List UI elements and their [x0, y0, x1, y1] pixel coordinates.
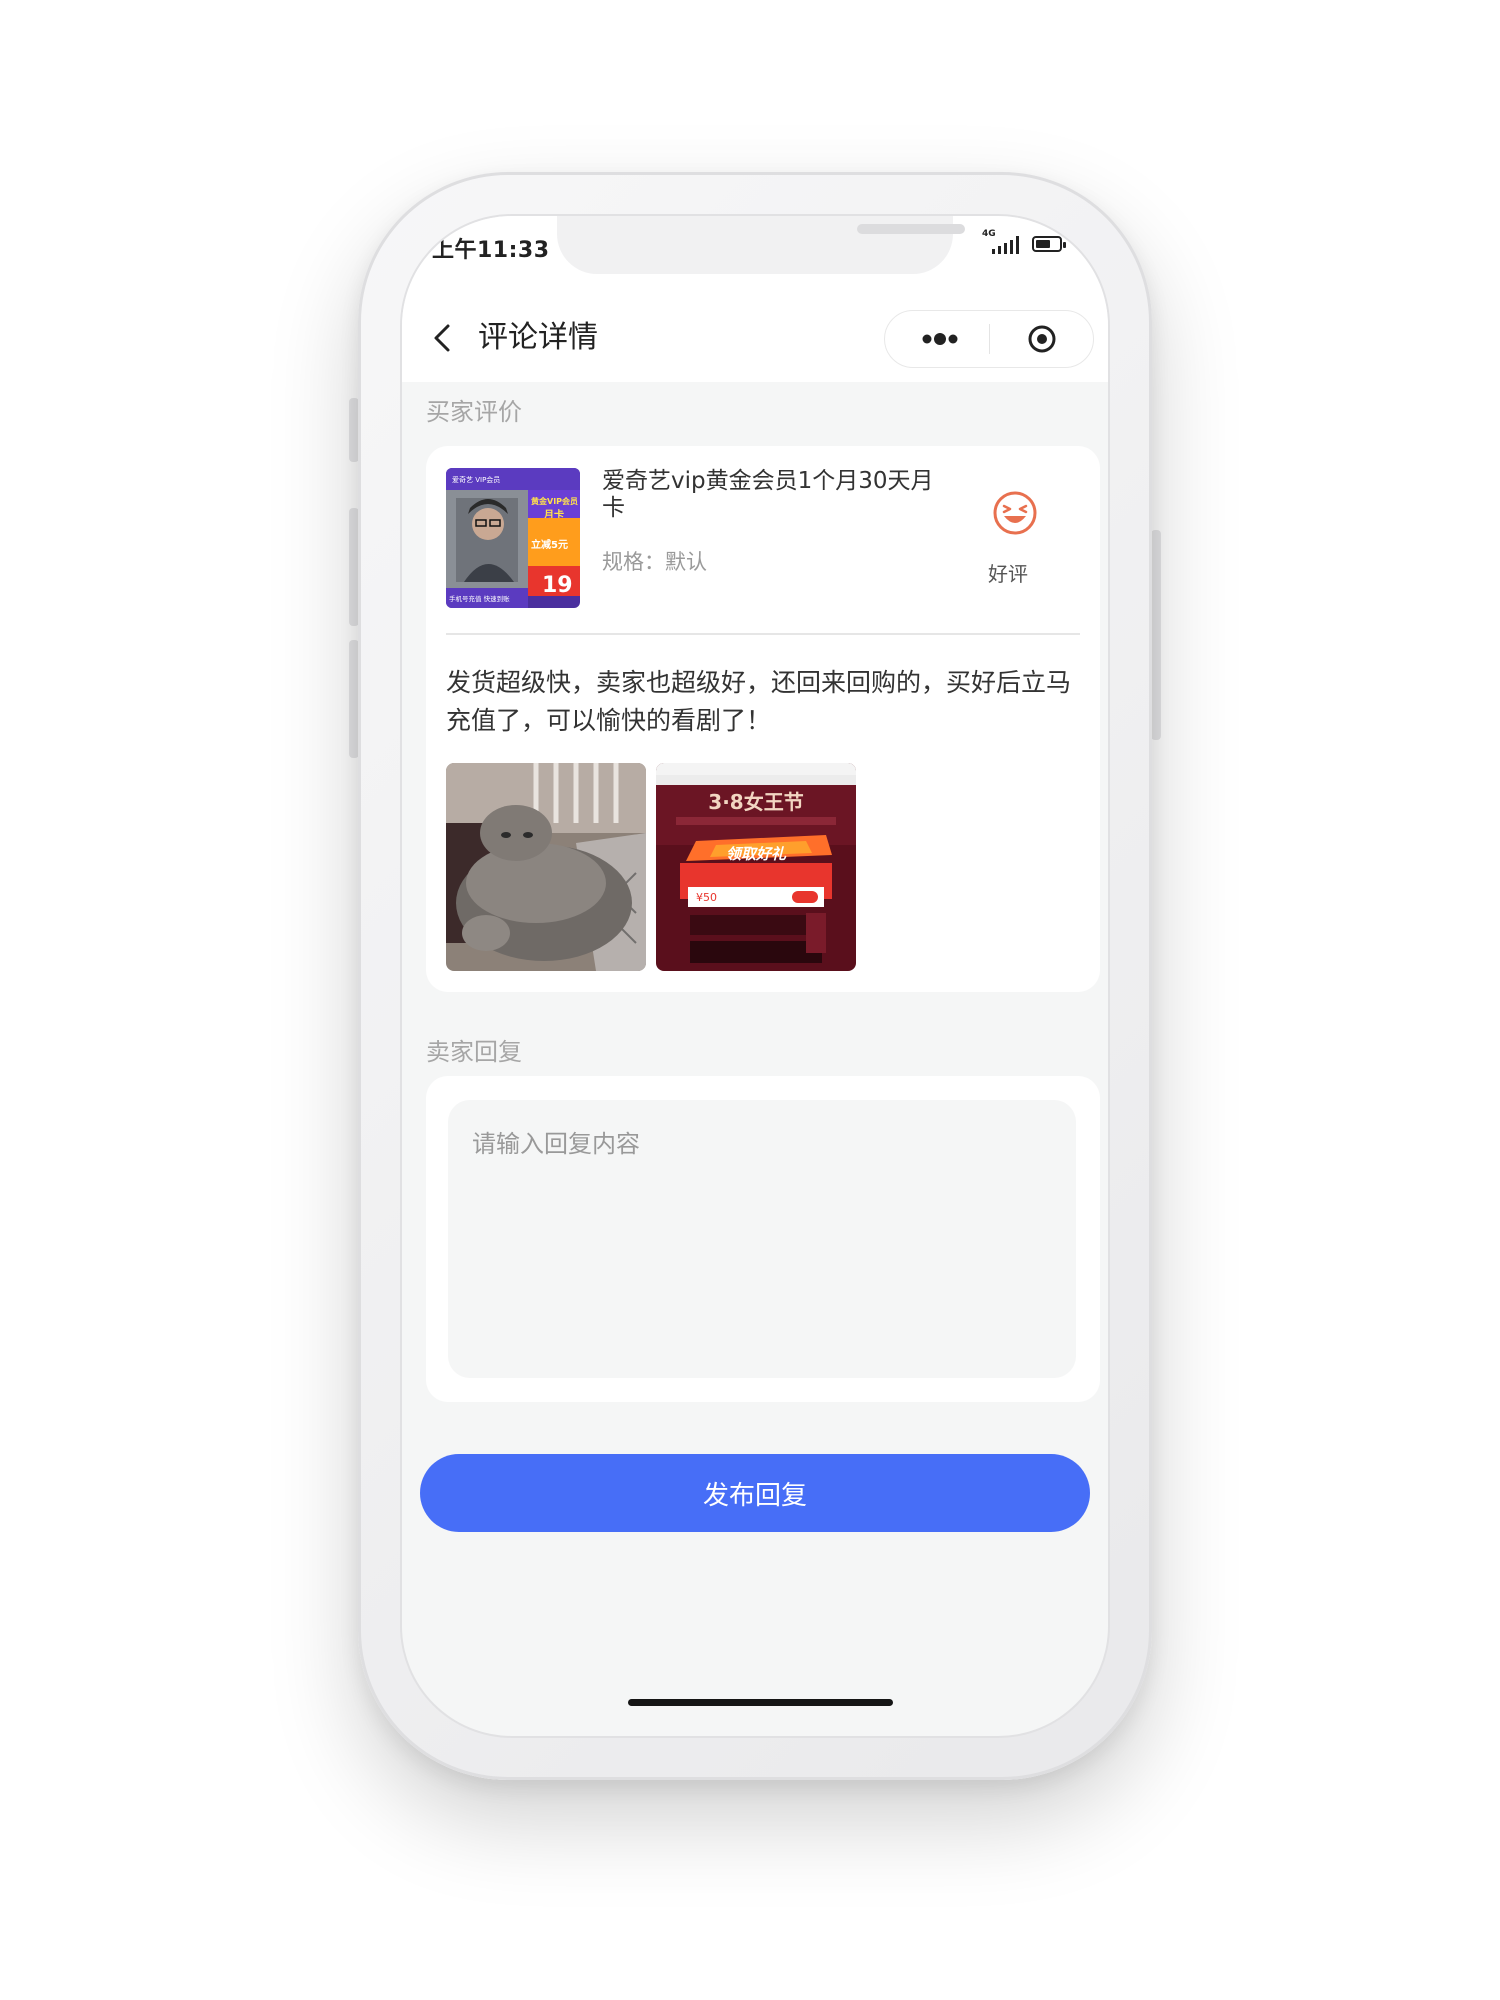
seller-reply-card	[426, 1076, 1100, 1402]
publish-reply-button[interactable]: 发布回复	[420, 1454, 1090, 1532]
phone-screen: 上午11:33 4G 评论详情 买家评价 爱奇艺 VIP会员 黄金VIP会员 月…	[402, 216, 1108, 1736]
home-indicator	[628, 1699, 893, 1706]
svg-text:黄金VIP会员: 黄金VIP会员	[531, 496, 578, 506]
laughing-face-icon	[992, 490, 1038, 536]
product-title[interactable]: 爱奇艺vip黄金会员1个月30天月卡	[602, 468, 942, 522]
back-chevron-icon[interactable]	[424, 318, 464, 358]
svg-text:领取好礼: 领取好礼	[726, 845, 787, 863]
svg-text:3·8女王节: 3·8女王节	[708, 790, 803, 814]
target-circle-icon[interactable]	[997, 311, 1087, 367]
reply-textarea[interactable]	[448, 1100, 1076, 1378]
status-time: 上午11:33	[432, 238, 550, 263]
product-spec: 规格：默认	[602, 550, 707, 574]
product-thumbnail[interactable]: 爱奇艺 VIP会员 黄金VIP会员 月卡 立减5元 19 手机号充值 快速到账	[446, 468, 580, 608]
svg-text:¥50: ¥50	[696, 891, 717, 904]
status-bar: 上午11:33 4G	[402, 216, 1108, 296]
speaker-grille	[857, 224, 965, 234]
review-image-promo[interactable]: 3·8女王节 领取好礼 ¥50	[656, 763, 856, 971]
battery-icon	[1032, 236, 1066, 252]
buyer-review-label: 买家评价	[426, 398, 522, 426]
power-button	[1151, 530, 1161, 740]
signal-icon: 4G	[982, 230, 1024, 258]
svg-text:立减5元: 立减5元	[531, 538, 568, 551]
buyer-review-card: 爱奇艺 VIP会员 黄金VIP会员 月卡 立减5元 19 手机号充值 快速到账 …	[426, 446, 1100, 992]
review-content: 发货超级快，卖家也超级好，还回来回购的，买好后立马充值了，可以愉快的看剧了！	[446, 668, 1072, 735]
mini-program-capsule	[884, 310, 1094, 368]
rating-label: 好评	[988, 562, 1028, 586]
review-image-cat[interactable]	[446, 763, 646, 971]
nav-bar: 评论详情	[402, 296, 1108, 382]
seller-reply-label: 卖家回复	[426, 1038, 522, 1066]
page-title: 评论详情	[478, 320, 598, 355]
notch	[557, 216, 965, 274]
svg-text:19: 19	[542, 573, 573, 598]
svg-text:手机号充值 快速到账: 手机号充值 快速到账	[449, 594, 510, 603]
more-dots-icon[interactable]	[895, 311, 985, 367]
card-divider	[446, 633, 1080, 635]
capsule-divider	[989, 324, 990, 354]
thumb-brand: 爱奇艺 VIP会员	[452, 475, 500, 484]
